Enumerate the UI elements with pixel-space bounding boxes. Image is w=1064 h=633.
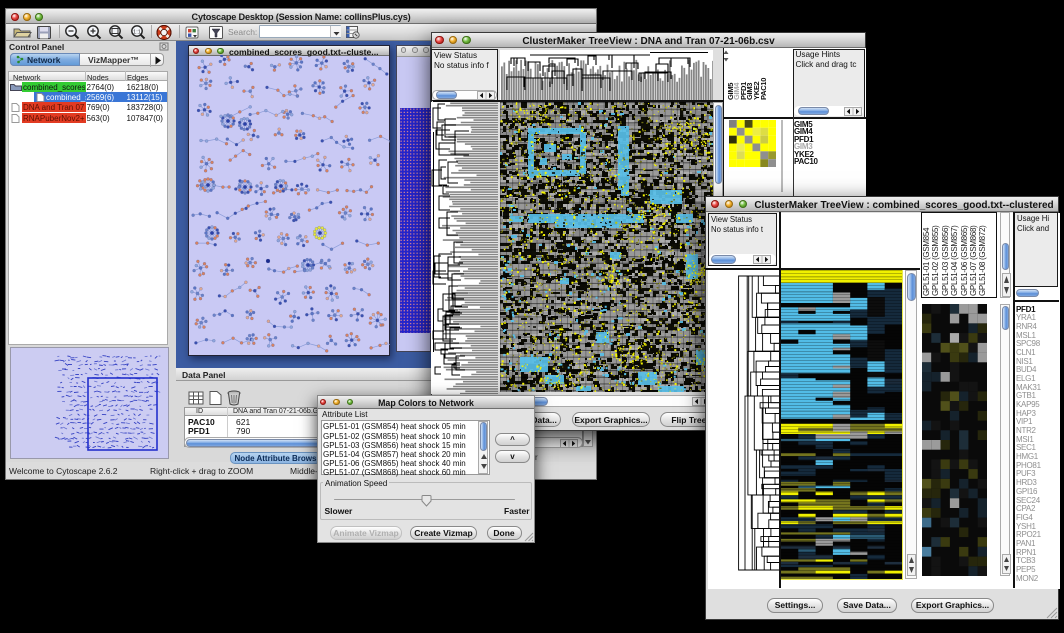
svg-text:1:1: 1:1 [133, 30, 141, 36]
